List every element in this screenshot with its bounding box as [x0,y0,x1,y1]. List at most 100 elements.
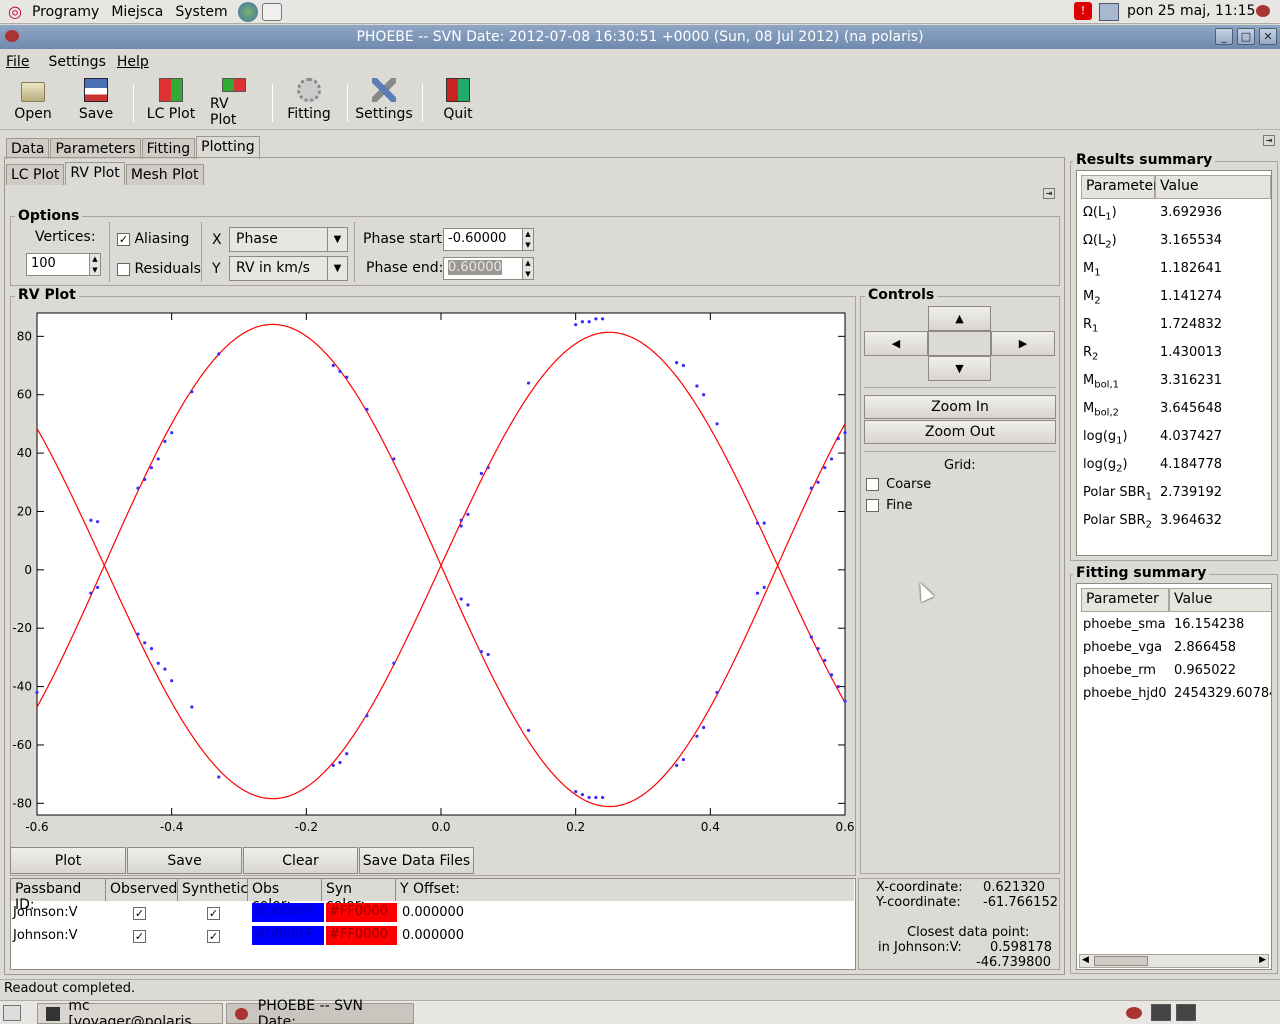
rv-plot-button[interactable]: RV Plot [210,78,258,128]
fitting-hscrollbar[interactable]: ◀ ▶ [1079,954,1269,968]
phase-end-input[interactable]: 0.60000 [443,257,523,280]
pan-right-button[interactable]: ▶ [991,331,1055,356]
task-mc-terminal[interactable]: mc [voyager@polaris... [37,998,223,1024]
zoom-out-button[interactable]: Zoom Out [864,420,1056,444]
y-offset-value[interactable]: 0.000000 [402,928,464,943]
col-y-offset[interactable]: Y Offset: [396,879,854,901]
residuals-checkbox[interactable]: Residuals [117,261,201,277]
minimize-button[interactable]: _ [1215,28,1233,45]
clear-button[interactable]: Clear [243,847,358,874]
window-titlebar[interactable]: PHOEBE -- SVN Date: 2012-07-08 16:30:51 … [0,25,1280,49]
tab-mesh-plot[interactable]: Mesh Plot [125,164,204,185]
fitting-col-parameter[interactable]: Parameter [1081,588,1169,612]
observed-checkbox[interactable]: ✓ [133,929,146,944]
detach-rv-icon[interactable]: ⇥ [1043,188,1055,199]
menu-file[interactable]: File [0,54,34,70]
obs-color-swatch[interactable]: #0000FF [252,903,324,922]
tab-parameters[interactable]: Parameters [50,138,141,159]
scroll-left-icon[interactable]: ◀ [1082,955,1089,965]
aliasing-checkbox[interactable]: ✓ Aliasing [117,231,189,247]
syn-color-swatch[interactable]: #FF0000 [326,926,397,945]
settings-button[interactable]: Settings [355,78,413,128]
scroll-thumb[interactable] [1094,956,1148,966]
clock[interactable]: pon 25 maj, 11:15 [1127,3,1255,19]
phoebe-icon [235,1007,248,1020]
pan-down-button[interactable]: ▼ [928,356,991,381]
phase-start-spinner[interactable]: ▲ ▼ [522,228,534,251]
coarse-grid-checkbox[interactable]: Coarse [866,477,931,492]
menu-miejsca[interactable]: Miejsca [105,4,169,20]
obs-point-primary [365,407,369,411]
debian-icon[interactable]: ◎ [0,2,26,21]
phase-start-input[interactable]: -0.60000 [443,228,523,251]
tray-terminal2-icon[interactable] [1176,1004,1196,1021]
fitting-button[interactable]: Fitting [287,78,331,128]
synthetic-checkbox[interactable]: ✓ [207,906,220,921]
observed-checkbox[interactable]: ✓ [133,906,146,921]
y-axis-combo[interactable]: RV in km/s ▼ [229,256,348,281]
save-toolbar-button[interactable]: Save [76,78,116,128]
lc-plot-button[interactable]: LC Plot [146,78,196,128]
show-desktop-icon[interactable] [3,1005,21,1021]
col-synthetic[interactable]: Synthetic: [178,879,253,901]
tab-rv-plot[interactable]: RV Plot [65,162,125,185]
rv-plot-canvas[interactable]: -0.6 -0.4 -0.2 0.0 0.2 0.4 0.6 80 60 40 20 0 -20 -40 -… [10,300,854,840]
tab-lc-plot[interactable]: LC Plot [6,164,65,185]
menu-system[interactable]: System [169,4,233,20]
fitting-row-param: phoebe_hjd0 [1083,686,1167,701]
pan-up-button[interactable]: ▲ [928,306,991,331]
col-passband[interactable]: Passband ID: [11,879,106,913]
x-axis-combo[interactable]: Phase ▼ [229,227,348,252]
obs-point-primary [755,521,760,525]
terminal-icon [46,1006,61,1021]
y-tick-label: -20 [12,621,32,635]
fitting-col-value[interactable]: Value [1169,588,1271,612]
col-observed[interactable]: Observed: [106,879,182,901]
update-notifier-icon[interactable]: ! [1074,2,1092,20]
y-offset-value[interactable]: 0.000000 [402,905,464,920]
maximize-button[interactable]: □ [1237,28,1255,45]
save-plot-button[interactable]: Save [127,847,242,874]
tray-terminal-icon[interactable] [1151,1004,1171,1021]
obs-color-swatch[interactable]: #0000FF [252,926,324,945]
col-obs-color[interactable]: Obs color: [248,879,322,913]
phase-end-spinner[interactable]: ▲ ▼ [522,257,534,280]
app-tray-icon[interactable] [1256,5,1270,17]
menu-help[interactable]: Help [111,54,154,70]
results-col-value[interactable]: Value [1155,175,1271,199]
menu-settings[interactable]: Settings [42,54,110,70]
results-col-parameter[interactable]: Parameter [1081,175,1159,199]
col-syn-color[interactable]: Syn color: [322,879,396,913]
x-coordinate-value: 0.621320 [983,880,1046,895]
synthetic-checkbox[interactable]: ✓ [207,929,220,944]
obs-point-secondary [143,641,147,645]
options-title: Options [15,208,83,224]
close-button[interactable]: ✕ [1259,28,1277,45]
grid-label: Grid: [944,458,976,473]
detach-icon[interactable]: ⇥ [1263,135,1275,146]
browser-launcher-icon[interactable] [237,1,258,22]
pan-left-button[interactable]: ◀ [864,331,928,356]
tab-data[interactable]: Data [6,138,50,159]
network-icon[interactable] [1099,3,1119,21]
mail-launcher-icon[interactable] [261,2,282,21]
task-phoebe[interactable]: PHOEBE -- SVN Date:... [226,998,414,1024]
save-data-files-button[interactable]: Save Data Files [359,847,474,874]
tray-phoebe-icon[interactable] [1126,1007,1142,1019]
obs-point-secondary [365,714,369,718]
window-menu-icon[interactable] [5,30,19,42]
open-button[interactable]: Open [12,78,54,128]
obs-point-secondary [217,775,221,779]
zoom-in-button[interactable]: Zoom In [864,395,1056,419]
tab-fitting[interactable]: Fitting [141,138,196,159]
vertices-input[interactable]: 100 [26,253,90,276]
tab-plotting[interactable]: Plotting [196,136,260,159]
quit-button[interactable]: Quit [440,78,476,128]
fitting-header: Parameter Value [1081,588,1271,612]
menu-programy[interactable]: Programy [26,4,105,20]
syn-color-swatch[interactable]: #FF0000 [326,903,397,922]
fine-grid-checkbox[interactable]: Fine [866,498,913,513]
plot-button[interactable]: Plot [10,847,126,874]
vertices-spinner[interactable]: ▲ ▼ [89,253,101,276]
scroll-right-icon[interactable]: ▶ [1259,955,1266,965]
